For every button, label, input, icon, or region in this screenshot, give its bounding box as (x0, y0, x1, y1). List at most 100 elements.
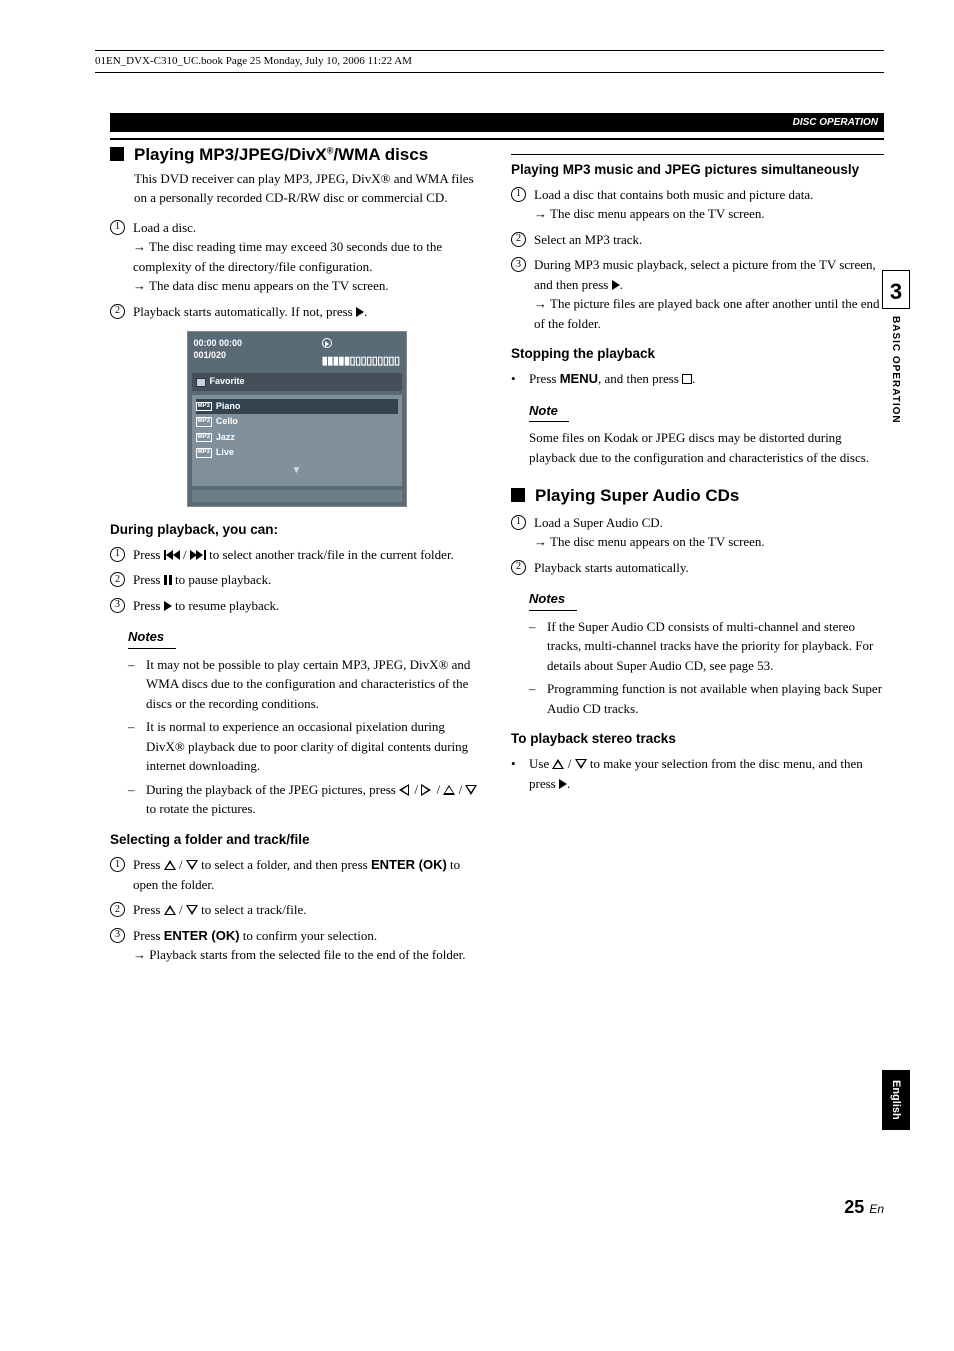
result-text: The picture files are played back one af… (534, 294, 884, 333)
step-text: Use / to make your selection from the di… (529, 754, 884, 793)
dash-icon: – (128, 655, 138, 714)
tv-time: 00:00 00:00 (194, 338, 243, 350)
down-arrow-icon (575, 759, 587, 769)
step-number-icon: 2 (110, 304, 125, 319)
step-number-icon: 2 (511, 232, 526, 247)
step-number-icon: 1 (110, 857, 125, 872)
note-text: During the playback of the JPEG pictures… (146, 780, 483, 819)
note-text: Programming function is not available wh… (547, 679, 884, 718)
up-arrow-icon (164, 860, 176, 870)
section-tag: DISC OPERATION (110, 113, 884, 132)
result-text: The disc menu appears on the TV screen. (534, 204, 884, 224)
heading-sacd: Playing Super Audio CDs (535, 485, 739, 506)
step-text: Load a disc. (133, 220, 196, 235)
step-number-icon: 3 (511, 257, 526, 272)
heading-selecting-folder: Selecting a folder and track/file (110, 831, 483, 849)
step-text: Load a disc that contains both music and… (534, 187, 813, 202)
step-number-icon: 1 (110, 547, 125, 562)
chapter-label-tab: BASIC OPERATION (881, 312, 910, 428)
heading-stereo: To playback stereo tracks (511, 730, 884, 748)
square-bullet-icon (511, 488, 525, 502)
scroll-down-icon: ▼ (196, 463, 398, 478)
pause-icon (164, 575, 172, 585)
step-text: Playback starts automatically. If not, p… (133, 302, 483, 322)
down-arrow-icon (186, 905, 198, 915)
step-text: Press ENTER (OK) to confirm your selecti… (133, 926, 483, 965)
play-icon (559, 779, 567, 789)
file-tag: MP3 (196, 433, 212, 442)
up-arrow-icon (552, 759, 564, 769)
step-number-icon: 1 (511, 187, 526, 202)
step-text: Load a Super Audio CD. (534, 515, 663, 530)
track-name: Cello (216, 415, 238, 429)
notes-label: Notes (128, 627, 176, 649)
step-number-icon: 1 (511, 515, 526, 530)
doc-path-header: 01EN_DVX-C310_UC.book Page 25 Monday, Ju… (95, 50, 884, 73)
file-tag: MP3 (196, 402, 212, 411)
language-tab: English (882, 1070, 911, 1130)
file-tag: MP3 (196, 417, 212, 426)
step-number-icon: 3 (110, 598, 125, 613)
step-text: Press / to select another track/file in … (133, 545, 483, 565)
play-icon (164, 601, 172, 611)
step-number-icon: 1 (110, 220, 125, 235)
down-arrow-icon (186, 860, 198, 870)
bullet-icon: • (511, 369, 521, 389)
stop-icon (682, 374, 692, 384)
right-arrow-icon (421, 785, 433, 795)
up-arrow-icon (164, 905, 176, 915)
heading-simultaneous: Playing MP3 music and JPEG pictures simu… (511, 161, 884, 179)
dash-icon: – (128, 780, 138, 819)
step-text: During MP3 music playback, select a pict… (534, 257, 876, 292)
result-text: The disc reading time may exceed 30 seco… (133, 237, 483, 276)
folder-icon (196, 378, 206, 387)
result-text: Playback starts from the selected file t… (133, 945, 483, 965)
step-text: Press / to select a folder, and then pre… (133, 855, 483, 894)
note-text: If the Super Audio CD consists of multi-… (547, 617, 884, 676)
down-arrow-icon (465, 785, 477, 795)
track-name: Live (216, 446, 234, 460)
tv-counter: 001/020 (194, 350, 243, 362)
heading-during-playback: During playback, you can: (110, 521, 483, 539)
notes-label: Notes (529, 589, 577, 611)
left-arrow-icon (399, 785, 411, 795)
step-text: Select an MP3 track. (534, 230, 884, 250)
track-name: Jazz (216, 431, 235, 445)
note-text: It may not be possible to play certain M… (146, 655, 483, 714)
note-text: Some files on Kodak or JPEG discs may be… (529, 428, 884, 467)
step-number-icon: 2 (110, 902, 125, 917)
rule (110, 138, 884, 140)
skip-next-icon (190, 550, 206, 560)
tv-play-icon (322, 338, 332, 348)
step-number-icon: 3 (110, 928, 125, 943)
chapter-number-tab: 3 (882, 270, 910, 309)
square-bullet-icon (110, 147, 124, 161)
bullet-icon: • (511, 754, 521, 793)
disc-menu-screenshot: 00:00 00:00 001/020 ▮▮▮▮▮▯▯▯▯▯▯▯▯▯ Favor… (187, 331, 407, 507)
intro-text: This DVD receiver can play MP3, JPEG, Di… (134, 169, 483, 208)
page-number: 25 En (844, 1194, 884, 1221)
step-text: Press to pause playback. (133, 570, 483, 590)
step-text: Press MENU, and then press . (529, 369, 695, 389)
note-text: It is normal to experience an occasional… (146, 717, 483, 776)
step-text: Playback starts automatically. (534, 558, 884, 578)
heading-playing-mp3: Playing MP3/JPEG/DivX®/WMA discs (134, 144, 428, 165)
heading-stopping: Stopping the playback (511, 345, 884, 363)
right-column: Playing MP3 music and JPEG pictures simu… (511, 144, 884, 971)
dash-icon: – (128, 717, 138, 776)
step-number-icon: 2 (511, 560, 526, 575)
dash-icon: – (529, 617, 539, 676)
step-text: Press / to select a track/file. (133, 900, 483, 920)
result-text: The disc menu appears on the TV screen. (534, 532, 884, 552)
track-name: Piano (216, 400, 241, 414)
up-arrow-icon (443, 785, 455, 795)
left-column: Playing MP3/JPEG/DivX®/WMA discs This DV… (110, 144, 483, 971)
tv-progress-bars: ▮▮▮▮▮▯▯▯▯▯▯▯▯▯ (322, 353, 400, 370)
file-tag: MP3 (196, 448, 212, 457)
tv-folder-name: Favorite (210, 375, 245, 389)
step-text: Press to resume playback. (133, 596, 483, 616)
play-icon (612, 280, 620, 290)
step-number-icon: 2 (110, 572, 125, 587)
note-label: Note (529, 401, 569, 423)
result-text: The data disc menu appears on the TV scr… (133, 276, 483, 296)
